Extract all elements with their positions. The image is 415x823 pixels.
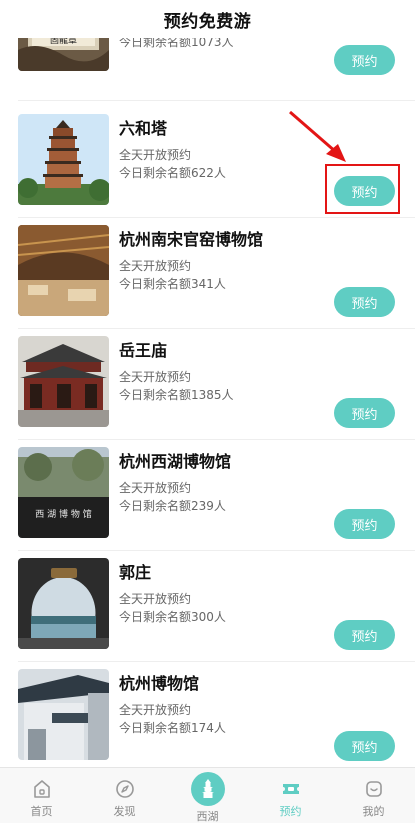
tab-discover[interactable]: 发现 [83, 768, 166, 823]
attraction-name: 杭州博物馆 [119, 674, 200, 693]
reserve-button[interactable]: 预约 [334, 620, 395, 650]
quota-text: 今日剩余名额174人 [119, 721, 226, 735]
profile-icon [365, 781, 382, 797]
compass-icon [115, 780, 134, 798]
divider [18, 328, 415, 329]
tab-home[interactable]: 首页 [0, 768, 83, 823]
opening-text: 全天开放预约 [119, 703, 192, 717]
opening-text: 全天开放预约 [119, 148, 192, 162]
pagoda-icon [201, 779, 214, 798]
attraction-name: 岳王庙 [119, 341, 168, 360]
page-title: 预约免费游 [163, 11, 252, 32]
bottom-tab-bar: 首页 发现 西湖 预约 我的 [0, 767, 415, 823]
opening-text: 全天开放预约 [119, 259, 192, 273]
tab-label: 西湖 [196, 810, 219, 823]
list-item[interactable]: 西 湖 博 物 馆 杭州西湖博物馆 全天开放预约 今日剩余名额239人 预约 [0, 447, 415, 558]
attraction-name: 杭州南宋官窑博物馆 [119, 230, 264, 249]
tab-label: 发现 [113, 805, 136, 818]
tab-mine[interactable]: 我的 [332, 768, 415, 823]
divider [18, 661, 415, 662]
tab-westlake[interactable]: 西湖 [166, 768, 249, 823]
museum-sign-text: 西 湖 博 物 馆 [35, 508, 91, 520]
list-item[interactable]: 岳王庙 全天开放预约 今日剩余名额1385人 预约 [0, 336, 415, 447]
page-header: 预约免费游 [0, 0, 415, 38]
tab-label: 预约 [279, 805, 302, 818]
annotation-arrow-icon [289, 110, 346, 162]
attraction-name: 郭庄 [119, 563, 152, 582]
quota-text: 今日剩余名额239人 [119, 499, 226, 513]
opening-text: 全天开放预约 [119, 481, 192, 495]
quota-text: 今日剩余名额622人 [119, 166, 226, 180]
reserve-button[interactable]: 预约 [334, 509, 395, 539]
opening-text: 全天开放预约 [119, 592, 192, 606]
divider [18, 439, 415, 440]
reserve-button[interactable]: 预约 [334, 731, 395, 761]
tab-reserve[interactable]: 预约 [249, 768, 332, 823]
list-item[interactable]: 杭州南宋官窑博物馆 全天开放预约 今日剩余名额341人 预约 [0, 225, 415, 336]
divider [18, 100, 415, 101]
divider [18, 550, 415, 551]
attraction-thumbnail: 西 湖 博 物 馆 [18, 447, 109, 538]
attraction-name: 杭州西湖博物馆 [119, 452, 232, 471]
list-item[interactable]: 郭庄 全天开放预约 今日剩余名额300人 预约 [0, 558, 415, 669]
attraction-thumbnail [18, 114, 109, 205]
attraction-name: 六和塔 [119, 119, 168, 138]
attraction-thumbnail [18, 225, 109, 316]
opening-text: 全天开放预约 [119, 370, 192, 384]
center-tab-bubble [190, 772, 225, 806]
annotation-highlight-box [325, 164, 400, 214]
reserve-button[interactable]: 预约 [334, 398, 395, 428]
ticket-icon [282, 784, 299, 794]
reserve-button[interactable]: 预约 [334, 287, 395, 317]
tab-label: 我的 [362, 805, 385, 818]
quota-text: 今日剩余名额1385人 [119, 388, 234, 402]
attraction-thumbnail [18, 558, 109, 649]
quota-text: 今日剩余名额300人 [119, 610, 226, 624]
home-icon [33, 780, 50, 798]
tab-label: 首页 [30, 805, 53, 818]
quota-text: 今日剩余名额341人 [119, 277, 226, 291]
reserve-button[interactable]: 预约 [334, 45, 395, 75]
attraction-thumbnail [18, 336, 109, 427]
divider [18, 217, 415, 218]
attraction-thumbnail [18, 669, 109, 760]
list-item[interactable]: 杭州博物馆 全天开放预约 今日剩余名额174人 预约 [0, 669, 415, 767]
